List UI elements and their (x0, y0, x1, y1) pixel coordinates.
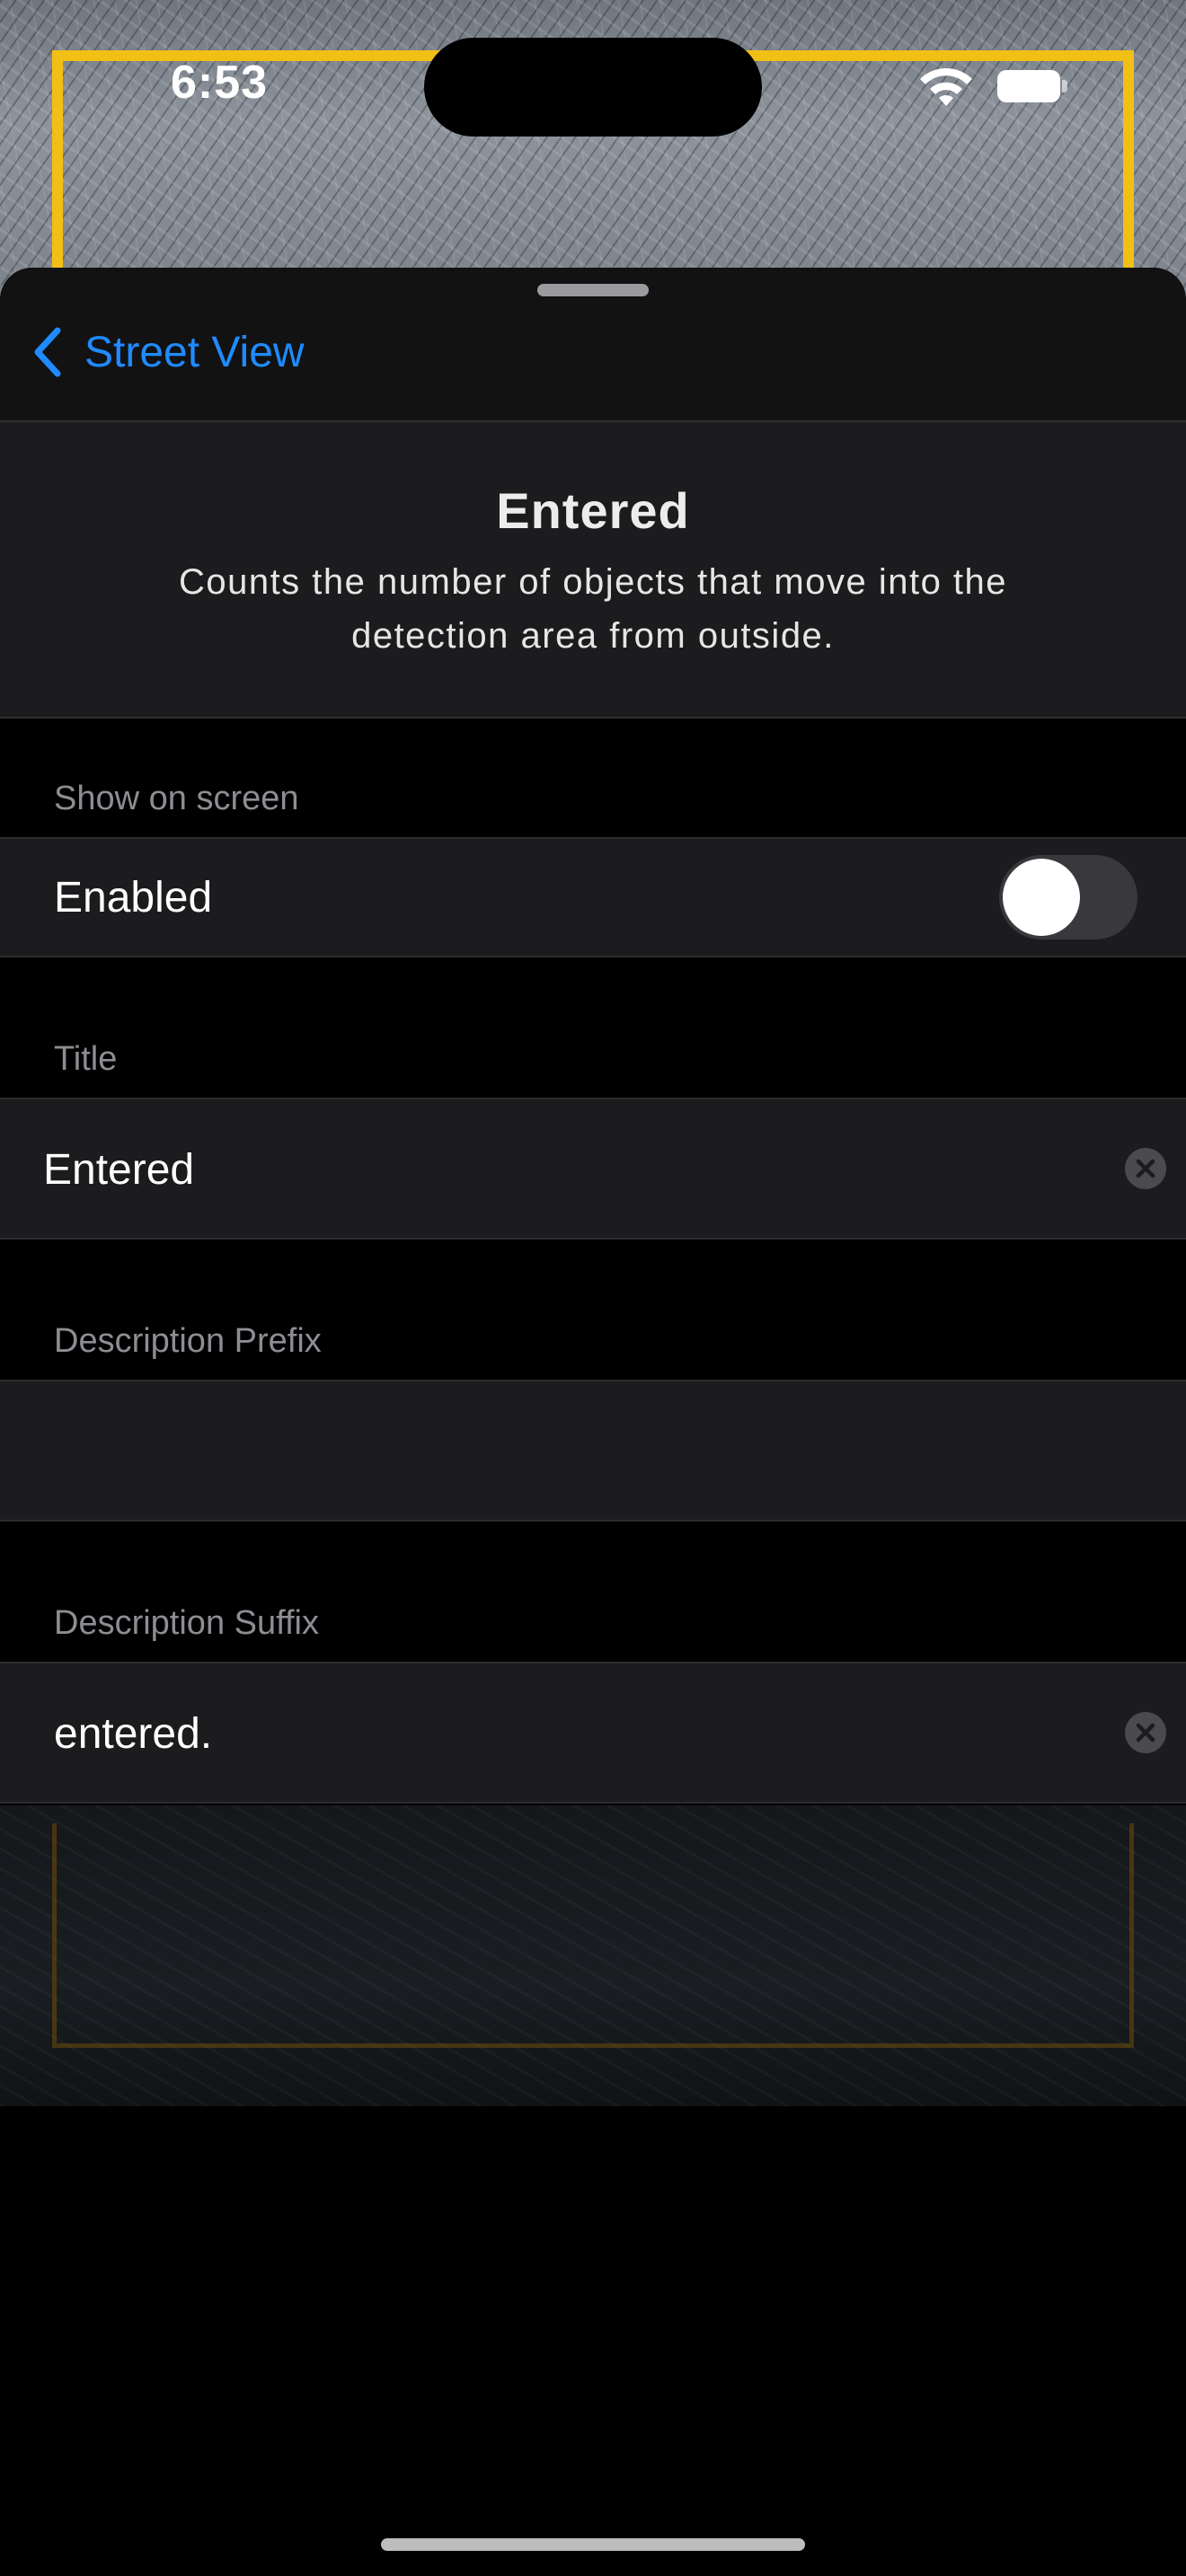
clear-icon[interactable] (1125, 1712, 1166, 1753)
back-button-label: Street View (84, 328, 305, 376)
enabled-row: Enabled (0, 837, 1186, 957)
section-label-show-on-screen: Show on screen (54, 780, 299, 817)
description-prefix-input[interactable] (54, 1416, 1096, 1487)
detection-area-frame-dimmed (52, 1823, 1134, 2048)
metric-title: Entered (496, 482, 690, 539)
title-row (0, 1098, 1186, 1239)
section-label-title: Title (54, 1040, 118, 1078)
section-label-description-suffix: Description Suffix (54, 1604, 319, 1642)
wifi-icon (920, 67, 972, 106)
description-suffix-row (0, 1662, 1186, 1804)
toggle-knob (1003, 859, 1080, 936)
title-input[interactable] (43, 1134, 1096, 1205)
battery-icon (997, 70, 1067, 102)
metric-description: Counts the number of objects that move i… (178, 562, 1008, 656)
clear-icon[interactable] (1125, 1148, 1166, 1189)
dynamic-island (424, 38, 762, 137)
enabled-toggle[interactable] (999, 855, 1137, 940)
description-prefix-row (0, 1380, 1186, 1522)
divider (0, 717, 1186, 719)
section-label-description-prefix: Description Prefix (54, 1322, 322, 1360)
settings-sheet: Street View Entered Counts the number of… (0, 268, 1186, 1805)
sheet-grabber[interactable] (537, 284, 649, 296)
chevron-left-icon (34, 327, 61, 377)
navigation-bar: Street View (0, 268, 1186, 422)
status-time: 6:53 (171, 57, 269, 109)
screen: 6:53 Street View Entered Counts the numb… (0, 0, 1186, 2576)
back-button[interactable]: Street View (32, 320, 305, 384)
metric-header: Entered Counts the number of objects tha… (0, 422, 1186, 717)
home-indicator[interactable] (381, 2538, 805, 2551)
enabled-label: Enabled (54, 874, 213, 922)
description-suffix-input[interactable] (54, 1698, 1096, 1769)
